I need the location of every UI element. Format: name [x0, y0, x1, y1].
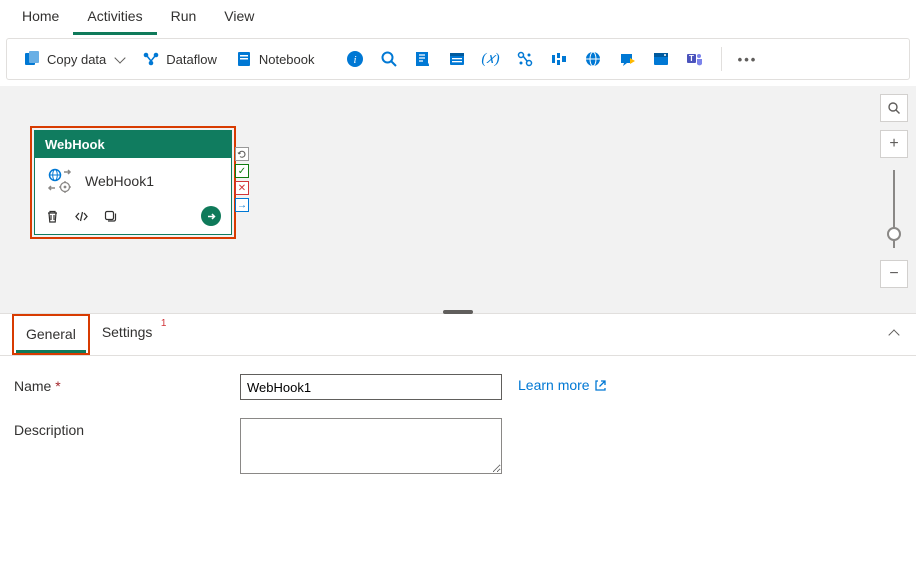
webhook-icon[interactable]: [613, 45, 641, 73]
collapse-panel-button[interactable]: [884, 321, 904, 348]
dataflow-button[interactable]: Dataflow: [136, 46, 223, 72]
zoom-out-button[interactable]: −: [880, 260, 908, 288]
code-icon[interactable]: [74, 209, 89, 224]
canvas-controls: + −: [880, 94, 908, 288]
web-icon[interactable]: [579, 45, 607, 73]
canvas-search-button[interactable]: [880, 94, 908, 122]
learn-more-label: Learn more: [518, 377, 590, 393]
name-input[interactable]: [240, 374, 502, 400]
copy-data-button[interactable]: Copy data: [17, 46, 130, 72]
teams-icon[interactable]: T: [681, 45, 709, 73]
completion-handle[interactable]: →: [235, 198, 249, 212]
lookup-icon[interactable]: [375, 45, 403, 73]
office365-icon[interactable]: [647, 45, 675, 73]
functions-icon[interactable]: [545, 45, 573, 73]
properties-tabs: General Settings 1: [12, 314, 164, 355]
pipeline-canvas[interactable]: WebHook WebHook1: [0, 86, 916, 314]
tab-activities[interactable]: Activities: [73, 0, 156, 35]
top-tabs: Home Activities Run View: [0, 0, 916, 36]
tab-settings-label: Settings: [102, 324, 153, 340]
zoom-in-button[interactable]: +: [880, 130, 908, 158]
dataflow-icon: [142, 50, 160, 68]
panel-resize-handle[interactable]: [443, 310, 473, 314]
name-label: Name *: [14, 374, 224, 394]
tab-home[interactable]: Home: [8, 0, 73, 35]
chevron-down-icon: [115, 52, 126, 63]
chevron-up-icon: [888, 329, 899, 340]
sproc-icon[interactable]: [443, 45, 471, 73]
properties-header: General Settings 1: [0, 314, 916, 356]
dependency-handles: ✓ ✕ →: [235, 147, 249, 212]
tab-settings[interactable]: Settings 1: [92, 316, 163, 351]
more-button[interactable]: •••: [734, 45, 762, 73]
more-dots-icon: •••: [738, 52, 758, 67]
svg-text:T: T: [689, 54, 694, 63]
skip-handle[interactable]: [235, 147, 249, 161]
webhook-activity-icon: [47, 168, 75, 194]
invoke-pipeline-icon[interactable]: [511, 45, 539, 73]
notebook-icon: [235, 50, 253, 68]
failure-handle[interactable]: ✕: [235, 181, 249, 195]
variable-icon[interactable]: (𝑥): [477, 45, 505, 73]
script-icon[interactable]: [409, 45, 437, 73]
copy-data-icon: [23, 50, 41, 68]
delete-icon[interactable]: [45, 209, 60, 224]
notebook-label: Notebook: [259, 52, 315, 67]
toolbar-separator: [721, 47, 722, 71]
zoom-slider-thumb[interactable]: [887, 227, 901, 241]
svg-text:i: i: [353, 54, 356, 66]
toolbar: Copy data Dataflow Notebook i (𝑥) T •••: [6, 38, 910, 80]
description-label: Description: [14, 418, 224, 438]
tab-general[interactable]: General: [16, 318, 86, 353]
settings-badge: 1: [161, 318, 167, 329]
activity-type-header: WebHook: [35, 131, 231, 158]
run-arrow-button[interactable]: [201, 206, 221, 226]
clone-icon[interactable]: [103, 209, 118, 224]
dataflow-label: Dataflow: [166, 52, 217, 67]
external-link-icon: [594, 379, 607, 392]
activity-name-label: WebHook1: [85, 173, 154, 189]
copy-data-label: Copy data: [47, 52, 106, 67]
activity-card[interactable]: WebHook WebHook1: [34, 130, 232, 235]
learn-more-link[interactable]: Learn more: [518, 374, 607, 393]
success-handle[interactable]: ✓: [235, 164, 249, 178]
description-textarea[interactable]: [240, 418, 502, 474]
general-tab-highlight: General: [12, 314, 90, 355]
info-icon[interactable]: i: [341, 45, 369, 73]
zoom-slider-track[interactable]: [893, 170, 895, 248]
tab-run[interactable]: Run: [157, 0, 211, 35]
properties-body: Name * Learn more Description: [0, 356, 916, 510]
tab-view[interactable]: View: [210, 0, 268, 35]
notebook-button[interactable]: Notebook: [229, 46, 321, 72]
activity-selection-highlight: WebHook WebHook1: [30, 126, 236, 239]
